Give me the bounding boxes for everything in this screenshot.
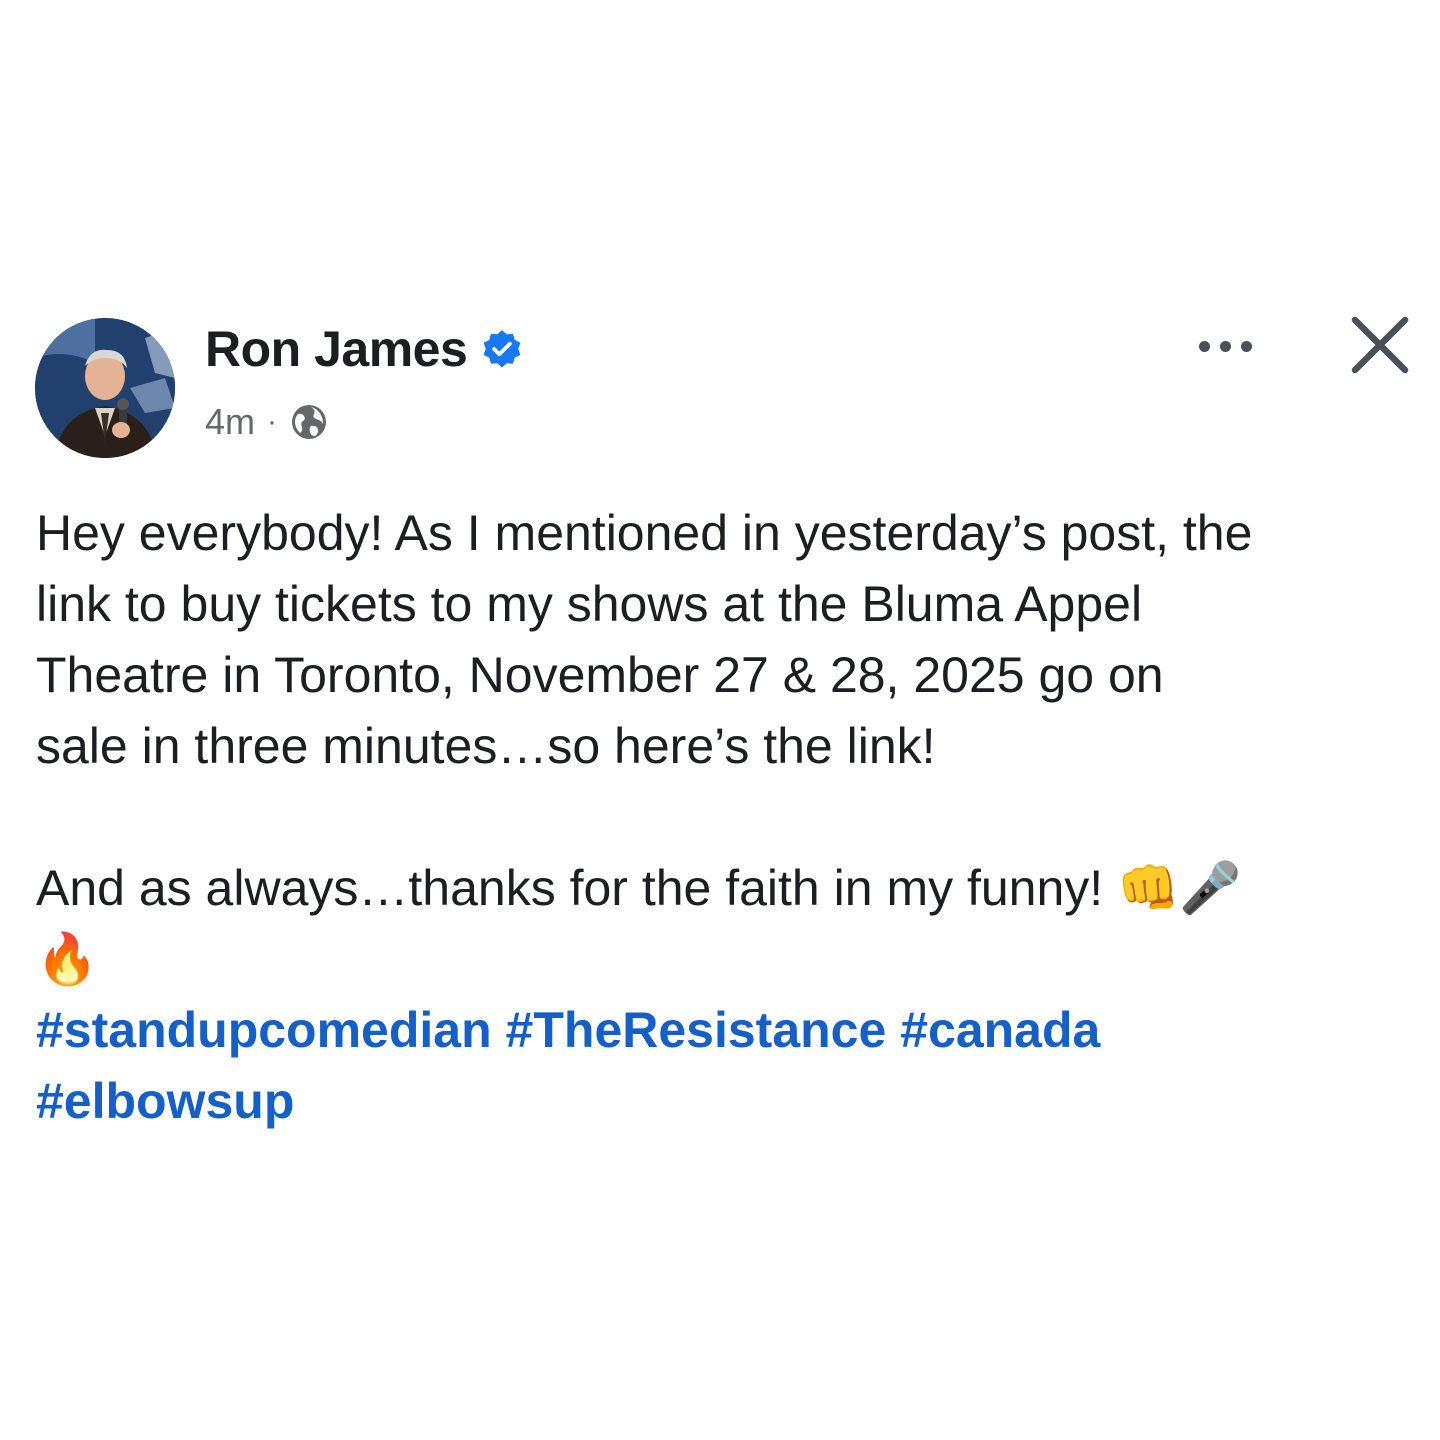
verified-badge-icon[interactable] [481, 328, 523, 370]
meta-separator: · [267, 405, 278, 438]
post-text-line-emoji: 🔥 [36, 924, 1416, 995]
more-options-icon-dot [1219, 340, 1231, 352]
globe-icon[interactable] [289, 402, 329, 442]
more-options-icon-dot [1240, 340, 1252, 352]
more-options-button[interactable] [1180, 318, 1270, 374]
post-text-line: Theatre in Toronto, November 27 & 28, 20… [36, 647, 1164, 703]
hashtag-list: #standupcomedian #TheResistance #canada … [36, 995, 1416, 1137]
post-text-line: sale in three minutes…so here’s the link… [36, 718, 936, 774]
post-text-line: Hey everybody! As I mentioned in yesterd… [36, 505, 1253, 561]
author-avatar[interactable] [35, 318, 175, 458]
post-text-line: link to buy tickets to my shows at the B… [36, 576, 1143, 632]
post-text-closing: And as always…thanks for the faith in my… [36, 860, 1104, 916]
author-header: Ron James [205, 318, 523, 380]
hashtag-link[interactable]: #TheResistance [506, 1002, 887, 1058]
microphone-emoji-icon: 🎤 [1179, 859, 1242, 917]
facebook-post: Ron James 4m · Hey everybody! As I menti… [0, 0, 1440, 1440]
fist-emoji-icon: 👊 [1117, 859, 1180, 917]
fire-emoji-icon: 🔥 [36, 930, 99, 988]
more-options-icon [1198, 340, 1210, 352]
hashtag-link[interactable]: #canada [900, 1002, 1100, 1058]
author-name[interactable]: Ron James [205, 320, 468, 378]
hashtag-link[interactable]: #standupcomedian [36, 1002, 492, 1058]
close-icon [1351, 316, 1409, 374]
hashtag-link[interactable]: #elbowsup [36, 1073, 294, 1129]
post-text-line-emoji: And as always…thanks for the faith in my… [36, 853, 1416, 924]
post-timestamp[interactable]: 4m [205, 401, 255, 443]
post-meta: 4m · [205, 398, 329, 446]
post-text: Hey everybody! As I mentioned in yesterd… [36, 498, 1416, 995]
avatar-photo-icon [35, 318, 175, 458]
close-button[interactable] [1345, 312, 1415, 378]
